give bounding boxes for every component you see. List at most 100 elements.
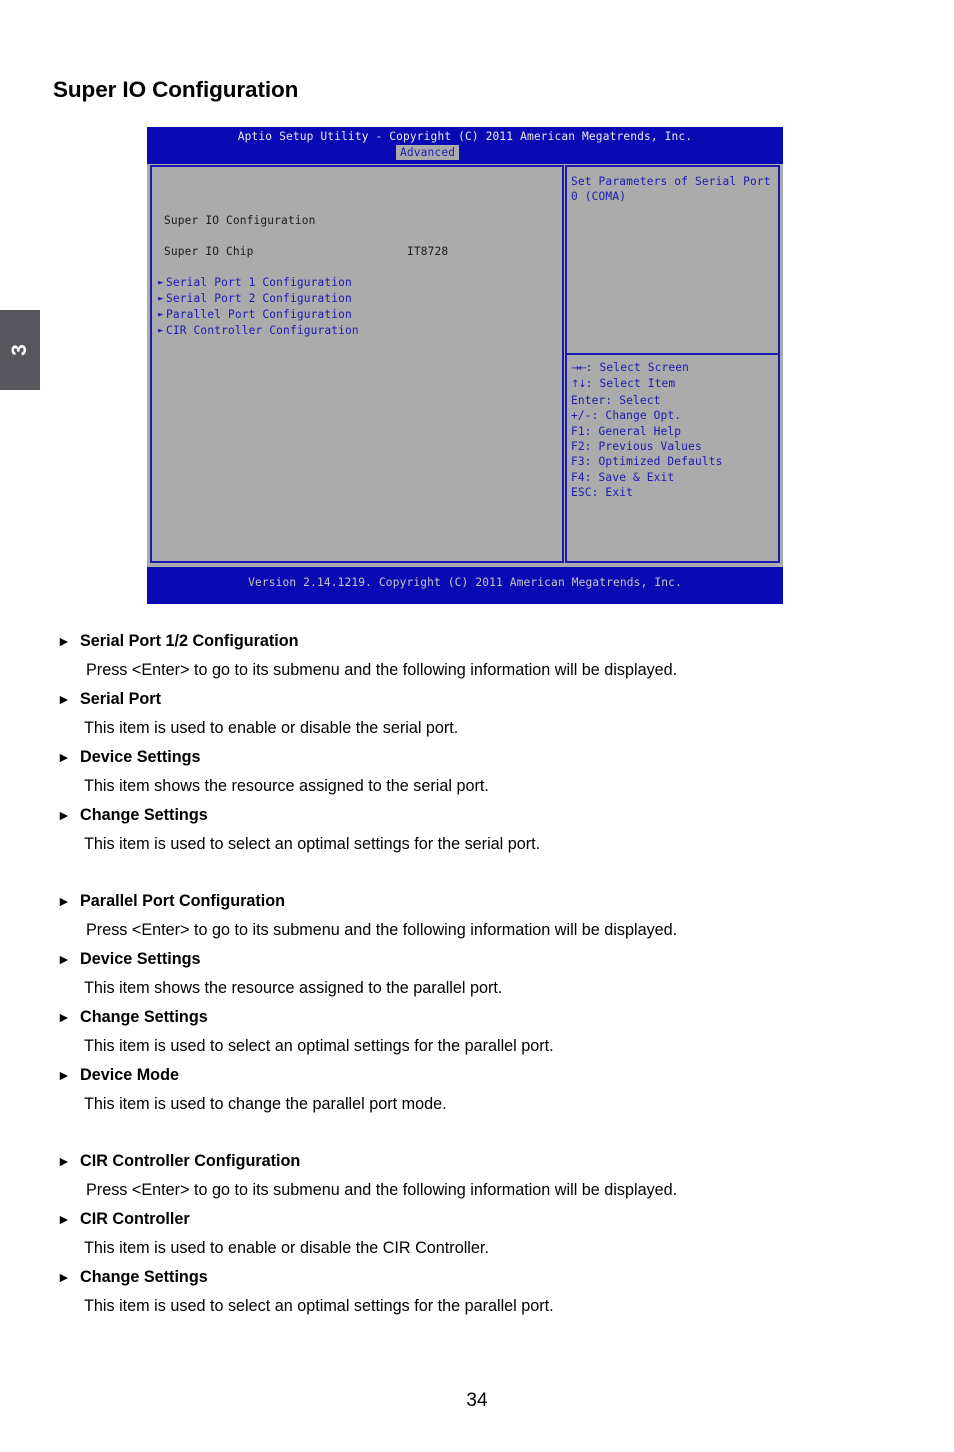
description-group: ► Serial Port This item is used to enable … (0, 686, 954, 742)
triangle-right-icon: ► (57, 633, 71, 649)
triangle-right-icon: ► (57, 1009, 71, 1025)
description-text: Press <Enter> to go to its submenu and t… (86, 1181, 678, 1199)
description-heading: ► Serial Port (0, 686, 954, 713)
description-text: This item shows the resource assigned to… (84, 777, 489, 795)
bios-nav-key-label: : Select Item (585, 377, 676, 391)
description-heading-label: Change Settings (80, 806, 208, 824)
triangle-right-icon: ► (158, 278, 164, 288)
bios-tab-advanced[interactable]: Advanced (396, 145, 460, 160)
bios-version-text: Version 2.14.1219. Copyright (C) 2011 Am… (248, 576, 682, 589)
nav-key-glyph-icon: →← (571, 363, 587, 374)
bios-nav-key-label: Enter: Select (571, 393, 661, 407)
description-text: This item is used to enable or disable t… (84, 1239, 489, 1257)
bios-header-title: Aptio Setup Utility - Copyright (C) 2011… (237, 130, 693, 143)
triangle-right-icon: ► (57, 1067, 71, 1083)
bios-nav-key-8: ESC: Exit (571, 485, 722, 500)
bios-chip-label: Super IO Chip (164, 245, 254, 258)
description-group: ► Device Mode This item is used to change … (0, 1062, 954, 1118)
bios-navigation-legend: →←: Select Screen ↑↓: Select Item Enter: S… (565, 355, 780, 563)
description-group: ► CIR Controller This item is used to enab… (0, 1206, 954, 1262)
triangle-right-icon: ► (57, 951, 71, 967)
description-heading-label: Serial Port 1/2 Configuration (80, 632, 299, 650)
bios-body: Super IO Configuration Super IO Chip IT8… (147, 164, 783, 567)
description-heading-label: Device Settings (80, 748, 201, 766)
bios-nav-key-label: ESC: Exit (571, 486, 633, 500)
description-group: ► Device Settings This item shows the reso… (0, 946, 954, 1002)
bios-help-box: Set Parameters of Serial Port 0 (COMA) (565, 165, 780, 355)
description-heading-label: Change Settings (80, 1268, 208, 1286)
triangle-right-icon: ► (158, 326, 164, 336)
bios-section-label: Super IO Configuration (164, 214, 316, 227)
bios-nav-key-label: F3: Optimized Defaults (571, 455, 723, 469)
description-text: This item is used to select an optimal s… (84, 1037, 554, 1055)
chapter-tab: 3 (0, 310, 40, 390)
description-heading: ► CIR Controller (0, 1206, 954, 1233)
triangle-right-icon: ► (57, 749, 71, 765)
triangle-right-icon: ► (57, 691, 71, 707)
bios-nav-key-label: F2: Previous Values (571, 440, 702, 454)
page-title: Super IO Configuration (53, 77, 299, 103)
description-group: ► Device Settings This item shows the reso… (0, 744, 954, 800)
description-heading: ► CIR Controller Configuration (0, 1148, 954, 1175)
description-heading-label: Device Mode (80, 1066, 179, 1084)
bios-footer-bar: Version 2.14.1219. Copyright (C) 2011 Am… (147, 567, 783, 604)
description-text: This item shows the resource assigned to… (84, 979, 503, 997)
bios-nav-key-label: F4: Save & Exit (571, 470, 675, 484)
bios-menu-item-serial-port-1[interactable]: ► Serial Port 1 Configuration (158, 276, 352, 289)
description-heading-label: Change Settings (80, 1008, 208, 1026)
description-heading-label: Device Settings (80, 950, 201, 968)
description-heading-label: Parallel Port Configuration (80, 892, 286, 910)
description-heading: ► Change Settings (0, 802, 954, 829)
bios-screenshot: Aptio Setup Utility - Copyright (C) 2011… (147, 127, 783, 604)
triangle-right-icon: ► (57, 807, 71, 823)
bios-nav-key-3: +/-: Change Opt. (571, 408, 722, 423)
bios-menu-item-cir-controller[interactable]: ► CIR Controller Configuration (158, 324, 359, 337)
bios-nav-key-label: +/-: Change Opt. (571, 409, 682, 423)
chapter-tab-number: 3 (8, 344, 31, 356)
bios-help-text: Set Parameters of Serial Port 0 (COMA) (571, 175, 771, 203)
description-heading-label: CIR Controller Configuration (80, 1152, 301, 1170)
description-group: ► Change Settings This item is used to sel… (0, 1004, 954, 1060)
bios-menu-item-label: Serial Port 2 Configuration (166, 292, 352, 305)
bios-nav-key-4: F1: General Help (571, 424, 722, 439)
bios-nav-key-label: F1: General Help (571, 424, 682, 438)
description-text: This item is used to select an optimal s… (84, 1297, 554, 1315)
description-text: This item is used to enable or disable t… (84, 719, 459, 737)
bios-menu-item-label: Serial Port 1 Configuration (166, 276, 352, 289)
bios-nav-key-1: ↑↓: Select Item (571, 376, 722, 392)
description-heading: ► Device Mode (0, 1062, 954, 1089)
bios-navigation-list: →←: Select Screen ↑↓: Select Item Enter: S… (571, 360, 722, 501)
description-heading: ► Serial Port 1/2 Configuration (0, 628, 954, 655)
description-list: ► Serial Port 1/2 Configuration Press <Ent… (0, 628, 954, 1322)
bios-nav-key-0: →←: Select Screen (571, 360, 722, 376)
triangle-right-icon: ► (57, 1153, 71, 1169)
bios-nav-key-2: Enter: Select (571, 393, 722, 408)
bios-chip-value: IT8728 (407, 245, 449, 258)
description-group: ► Change Settings This item is used to sel… (0, 802, 954, 858)
description-heading: ► Parallel Port Configuration (0, 888, 954, 915)
triangle-right-icon: ► (158, 294, 164, 304)
bios-menu-item-label: CIR Controller Configuration (166, 324, 359, 337)
triangle-right-icon: ► (158, 310, 164, 320)
nav-key-glyph-icon: ↑↓ (571, 379, 587, 391)
description-heading-label: CIR Controller (80, 1210, 190, 1228)
description-text: Press <Enter> to go to its submenu and t… (86, 661, 678, 679)
description-group: ► Serial Port 1/2 Configuration Press <Ent… (0, 628, 954, 684)
bios-nav-key-5: F2: Previous Values (571, 439, 722, 454)
page-number: 34 (466, 1390, 488, 1411)
triangle-right-icon: ► (57, 893, 71, 909)
bios-nav-key-6: F3: Optimized Defaults (571, 454, 722, 469)
bios-side-pane: Set Parameters of Serial Port 0 (COMA) →… (565, 165, 780, 563)
description-group: ► CIR Controller Configuration Press <Ente… (0, 1148, 954, 1204)
bios-nav-key-label: : Select Screen (585, 361, 690, 374)
description-text: Press <Enter> to go to its submenu and t… (86, 921, 678, 939)
description-group: ► Change Settings This item is used to sel… (0, 1264, 954, 1320)
bios-menu-item-serial-port-2[interactable]: ► Serial Port 2 Configuration (158, 292, 352, 305)
description-group: ► Parallel Port Configuration Press <Enter… (0, 888, 954, 944)
bios-menu-item-parallel-port[interactable]: ► Parallel Port Configuration (158, 308, 352, 321)
triangle-right-icon: ► (57, 1269, 71, 1285)
description-heading: ► Change Settings (0, 1004, 954, 1031)
triangle-right-icon: ► (57, 1211, 71, 1227)
